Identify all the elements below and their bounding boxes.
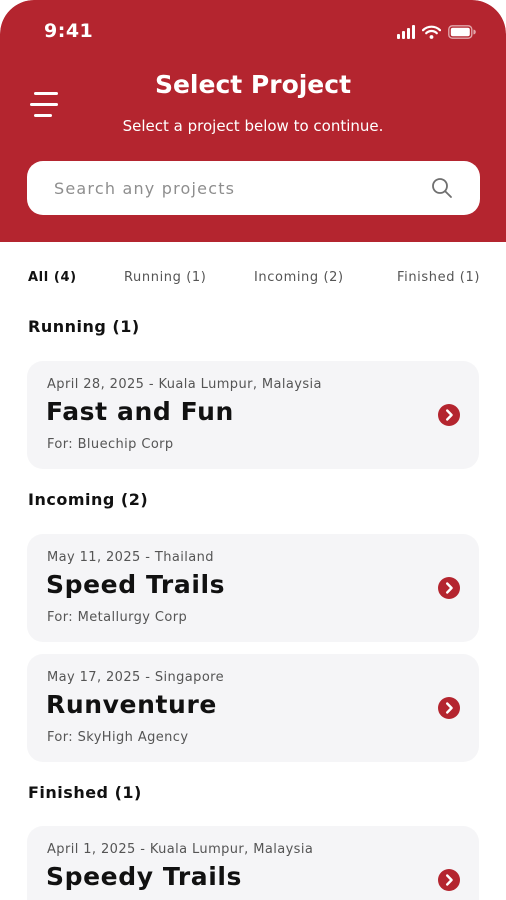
search-bar: [27, 161, 480, 215]
status-icons: [397, 25, 476, 39]
project-card[interactable]: April 1, 2025 - Kuala Lumpur, Malaysia S…: [27, 826, 479, 900]
project-name: Speedy Trails: [46, 862, 243, 891]
status-time: 9:41: [44, 20, 94, 42]
project-date-location: May 11, 2025 - Thailand: [47, 550, 214, 565]
chevron-right-circle-icon[interactable]: [438, 697, 460, 719]
page-subtitle: Select a project below to continue.: [122, 117, 384, 135]
header: 9:41 Select Project Select a project bel…: [0, 0, 506, 242]
chevron-right-circle-icon[interactable]: [438, 404, 460, 426]
chevron-right-circle-icon[interactable]: [438, 577, 460, 599]
search-icon[interactable]: [430, 176, 454, 200]
project-name: Runventure: [46, 690, 217, 719]
page-title: Select Project: [154, 70, 352, 99]
signal-icon: [397, 25, 415, 39]
project-name: Fast and Fun: [46, 397, 234, 426]
wifi-icon: [422, 25, 441, 39]
status-bar: 9:41: [0, 0, 506, 64]
tab-running[interactable]: Running (1): [124, 270, 206, 285]
project-date-location: April 1, 2025 - Kuala Lumpur, Malaysia: [47, 842, 314, 857]
chevron-right-circle-icon[interactable]: [438, 869, 460, 891]
project-name: Speed Trails: [46, 570, 226, 599]
project-client: For: Bluechip Corp: [47, 437, 174, 452]
project-card[interactable]: May 11, 2025 - Thailand Speed Trails For…: [27, 534, 479, 642]
project-client: For: SkyHigh Agency: [47, 730, 189, 745]
section-title-finished: Finished (1): [28, 783, 142, 802]
filter-tabs: All (4) Running (1) Incoming (2) Finishe…: [0, 270, 506, 296]
tab-incoming[interactable]: Incoming (2): [254, 270, 344, 285]
project-client: For: Metallurgy Corp: [47, 610, 188, 625]
project-card[interactable]: April 28, 2025 - Kuala Lumpur, Malaysia …: [27, 361, 479, 469]
project-date-location: May 17, 2025 - Singapore: [47, 670, 225, 685]
section-title-running: Running (1): [28, 317, 140, 336]
section-title-incoming: Incoming (2): [28, 490, 149, 509]
tab-finished[interactable]: Finished (1): [397, 270, 480, 285]
battery-icon: [448, 25, 476, 39]
project-date-location: April 28, 2025 - Kuala Lumpur, Malaysia: [47, 377, 322, 392]
tab-all[interactable]: All (4): [28, 270, 77, 285]
project-card[interactable]: May 17, 2025 - Singapore Runventure For:…: [27, 654, 479, 762]
select-project-screen: 9:41 Select Project Select a project bel…: [0, 0, 506, 900]
search-input[interactable]: [27, 161, 427, 215]
